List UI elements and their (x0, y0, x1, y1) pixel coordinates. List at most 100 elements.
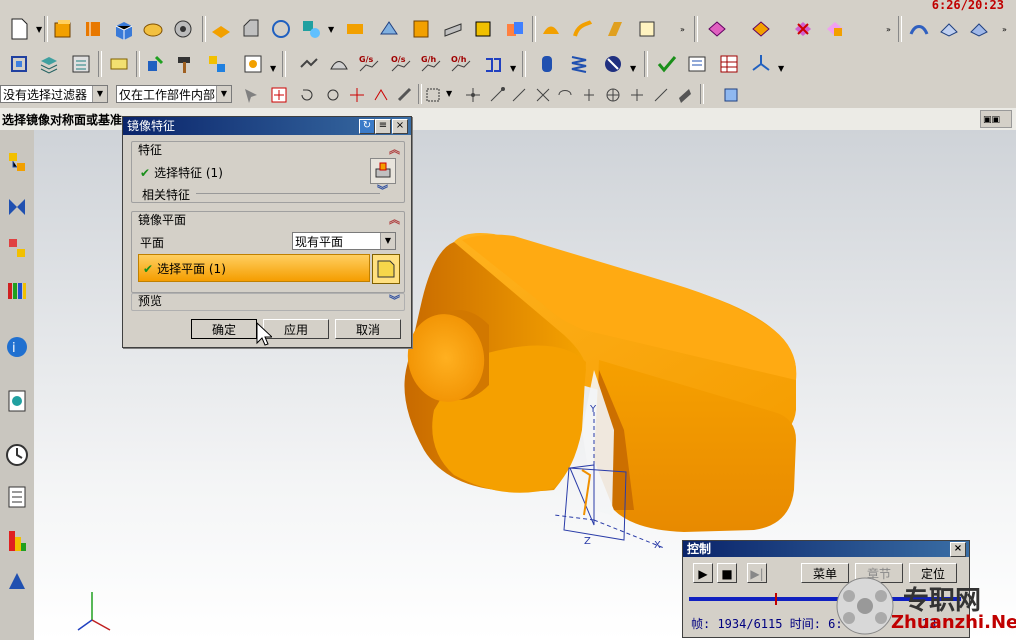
unite-icon[interactable] (502, 16, 528, 42)
freeform-icon[interactable] (906, 16, 932, 42)
chevron-right-icon[interactable]: » (680, 25, 685, 34)
play-button[interactable]: ▶ (693, 563, 713, 583)
o-continuity-icon[interactable]: O/s (388, 51, 414, 77)
properties-icon[interactable] (684, 51, 710, 77)
select-plane-row[interactable]: ✔ 选择平面 (1) (138, 254, 370, 282)
roles-icon[interactable] (3, 566, 31, 596)
dialog-titlebar[interactable]: 镜像特征 ↻ ≡ × (123, 117, 411, 135)
chevron-down-icon[interactable]: ▼ (446, 89, 452, 98)
check-geometry-icon[interactable] (654, 51, 680, 77)
snap-mid-icon[interactable] (344, 82, 370, 108)
csys-icon[interactable] (748, 51, 774, 77)
plane-select-button[interactable] (372, 254, 400, 284)
assembly-navigator-icon[interactable] (3, 148, 31, 178)
chevron-down-icon[interactable]: ▼ (36, 25, 42, 34)
apply-button[interactable]: 应用 (263, 319, 329, 339)
selection-filter-dropdown[interactable]: 没有选择过滤器 ▼ (0, 85, 108, 103)
feature-select-button[interactable] (370, 158, 396, 184)
move-feature-icon[interactable] (748, 16, 774, 42)
control-titlebar[interactable]: 控制 × (683, 541, 969, 557)
pattern-icon[interactable] (208, 16, 234, 42)
related-features-row[interactable]: 相关特征 (142, 186, 190, 203)
o-continuity-h-icon[interactable]: O/h (448, 51, 474, 77)
info-icon[interactable]: ↻ (359, 119, 375, 134)
preview-group[interactable]: 预览 ︾ (131, 293, 405, 311)
curve-analysis-icon[interactable] (296, 51, 322, 77)
layers-icon[interactable] (36, 51, 62, 77)
select-feature-row[interactable]: ✔ 选择特征 (1) (140, 164, 223, 181)
replay-feature-icon[interactable] (822, 16, 848, 42)
feature-group-header[interactable]: 特征 ︽ (132, 142, 404, 158)
expand-icon[interactable]: ︾ (377, 182, 388, 198)
chevron-down-icon[interactable]: ▼ (270, 64, 276, 73)
rectangle-select-icon[interactable] (420, 82, 446, 108)
part-model[interactable] (401, 233, 797, 532)
collapse-icon[interactable]: ︽ (389, 212, 400, 228)
wrench-icon[interactable] (600, 51, 626, 77)
snap-existing-point-icon[interactable] (460, 82, 486, 108)
table-icon[interactable] (716, 51, 742, 77)
reuse-library-icon[interactable] (3, 276, 31, 306)
drawing-icon[interactable] (240, 51, 266, 77)
snap-end-icon[interactable] (320, 82, 346, 108)
snap-center-icon[interactable] (600, 82, 626, 108)
trim-icon[interactable] (342, 16, 368, 42)
stop-button[interactable]: ■ (717, 563, 737, 583)
clock-icon[interactable] (3, 440, 31, 470)
snap-arc-icon[interactable] (392, 82, 418, 108)
chevron-right-icon[interactable]: » (1002, 25, 1007, 34)
component-icon[interactable] (204, 51, 230, 77)
gap-icon[interactable] (480, 51, 506, 77)
snap-arc-center-icon[interactable] (552, 82, 578, 108)
mesh-icon[interactable] (936, 16, 962, 42)
expand-icon[interactable]: ︾ (389, 294, 400, 308)
g-continuity-h-icon[interactable]: G/h (418, 51, 444, 77)
history-icon[interactable] (3, 386, 31, 416)
fit-view-icon[interactable] (6, 51, 32, 77)
block-icon[interactable] (110, 16, 136, 42)
studio-surface-icon[interactable] (966, 16, 992, 42)
cylinder-icon[interactable] (140, 16, 166, 42)
hole-icon[interactable] (170, 16, 196, 42)
hammer-icon[interactable] (172, 51, 198, 77)
part-navigator-icon[interactable] (3, 234, 31, 264)
snap-on-curve-icon[interactable] (624, 82, 650, 108)
edit-feature-icon[interactable] (704, 16, 730, 42)
layer-settings-icon[interactable] (68, 51, 94, 77)
sketch-icon[interactable] (268, 16, 294, 42)
chevron-down-icon[interactable]: ▼ (510, 64, 516, 73)
assembly-constraint-icon[interactable] (142, 51, 168, 77)
minimize-icon[interactable]: ≡ (375, 119, 391, 134)
mirror-plane-header[interactable]: 镜像平面 ︽ (132, 212, 404, 228)
ok-button[interactable]: 确定 (191, 319, 257, 339)
shell-icon[interactable] (408, 16, 434, 42)
point-snap-icon[interactable] (266, 82, 292, 108)
snap-on-surface-icon[interactable] (648, 82, 674, 108)
chevron-down-icon[interactable]: ▼ (630, 64, 636, 73)
snap-quadrant-icon[interactable] (576, 82, 602, 108)
surface-icon[interactable] (538, 16, 564, 42)
feature-cube-icon[interactable] (470, 16, 496, 42)
new-file-icon[interactable] (6, 16, 32, 42)
plane-type-dropdown[interactable]: 现有平面 ▼ (292, 232, 396, 250)
datum-icon[interactable] (298, 16, 324, 42)
select-all-icon[interactable] (238, 82, 264, 108)
cancel-button[interactable]: 取消 (335, 319, 401, 339)
system-materials-icon[interactable] (3, 482, 31, 512)
close-icon[interactable]: × (950, 542, 966, 557)
draft-icon[interactable] (440, 16, 466, 42)
constraint-navigator-icon[interactable] (3, 192, 31, 222)
chevron-down-icon[interactable]: ▼ (778, 64, 784, 73)
note-icon[interactable] (106, 51, 132, 77)
scope-dropdown[interactable]: 仅在工作部件内部 ▼ (116, 85, 232, 103)
delete-feature-icon[interactable] (790, 16, 816, 42)
chamfer-icon[interactable] (238, 16, 264, 42)
spring-icon[interactable] (566, 51, 592, 77)
extrude-icon[interactable] (50, 16, 76, 42)
chevron-right-icon[interactable]: » (886, 25, 891, 34)
undo-icon[interactable] (294, 82, 320, 108)
progress-thumb[interactable] (774, 593, 777, 605)
offset-icon[interactable] (376, 16, 402, 42)
palette-icon[interactable] (3, 526, 31, 556)
surface-analysis-icon[interactable] (326, 51, 352, 77)
